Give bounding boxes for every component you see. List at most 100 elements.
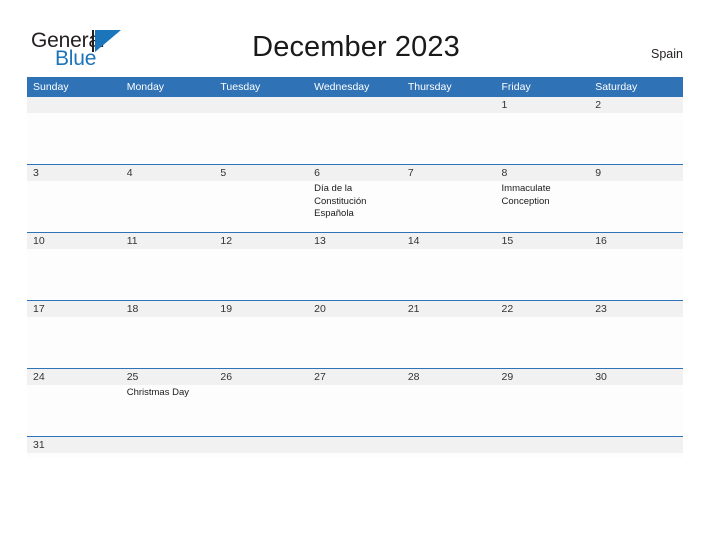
calendar-day-27[interactable]: 27 xyxy=(308,369,402,436)
day-number: 18 xyxy=(126,303,139,315)
calendar-day-22[interactable]: 22 xyxy=(496,301,590,368)
day-events: Día de la Constitución Española xyxy=(314,181,402,221)
calendar-day-empty xyxy=(214,97,308,164)
calendar-day-28[interactable]: 28 xyxy=(402,369,496,436)
calendar-day-cells: 12 xyxy=(27,97,683,164)
weekday-header-friday: Friday xyxy=(501,81,531,93)
day-number: 3 xyxy=(33,167,39,179)
calendar-day-25[interactable]: 25 Christmas Day xyxy=(121,369,215,436)
calendar-week-row: 17 18 19 20 21 22 23 xyxy=(27,300,683,368)
holiday-event: Día de la Constitución Española xyxy=(314,183,367,220)
day-number: 26 xyxy=(220,371,233,383)
day-number: 14 xyxy=(407,235,420,247)
calendar-day-empty xyxy=(27,97,121,164)
calendar-day-2[interactable]: 2 xyxy=(589,97,683,164)
calendar-day-21[interactable]: 21 xyxy=(402,301,496,368)
day-number: 20 xyxy=(314,303,326,315)
calendar-day-6[interactable]: 6 Día de la Constitución Española xyxy=(308,165,402,232)
day-number xyxy=(408,437,496,453)
calendar-day-18[interactable]: 18 xyxy=(121,301,215,368)
weekday-header-wednesday: Wednesday xyxy=(314,81,370,93)
calendar-page: General Blue December 2023 Spain Sunday M… xyxy=(0,0,712,550)
day-number: 6 xyxy=(314,167,320,179)
day-number: 31 xyxy=(33,439,45,451)
page-title: December 2023 xyxy=(252,31,460,63)
day-number: 15 xyxy=(501,235,514,247)
calendar-day-16[interactable]: 16 xyxy=(589,233,683,300)
day-number xyxy=(127,437,215,453)
calendar-day-23[interactable]: 23 xyxy=(589,301,683,368)
weekday-header-row: Sunday Monday Tuesday Wednesday Thursday Frid… xyxy=(27,77,683,97)
calendar-day-29[interactable]: 29 xyxy=(496,369,590,436)
calendar-day-7[interactable]: 7 xyxy=(402,165,496,232)
calendar-week-row: 24 25 Christmas Day 26 27 28 29 30 xyxy=(27,368,683,436)
day-number: 28 xyxy=(407,371,420,383)
calendar-day-30[interactable]: 30 xyxy=(589,369,683,436)
calendar-day-cells: 3 4 5 6 Día de la Constitución Española 7 8 Imm… xyxy=(27,165,683,232)
calendar-day-13[interactable]: 13 xyxy=(308,233,402,300)
calendar-day-empty xyxy=(402,97,496,164)
calendar-day-15[interactable]: 15 xyxy=(496,233,590,300)
day-number: 9 xyxy=(595,167,602,179)
day-number xyxy=(220,97,308,113)
calendar-day-24[interactable]: 24 xyxy=(27,369,121,436)
weekday-header-tuesday: Tuesday xyxy=(220,81,261,93)
calendar-day-empty xyxy=(496,437,590,458)
calendar-day-12[interactable]: 12 xyxy=(214,233,308,300)
calendar-day-4[interactable]: 4 xyxy=(121,165,215,232)
page-header: General Blue December 2023 Spain xyxy=(0,0,712,76)
calendar-day-empty xyxy=(308,97,402,164)
calendar-weeks: 1 2 3 4 5 6 Día de la Constitución Española 7 8 I… xyxy=(27,97,683,458)
day-number: 23 xyxy=(595,303,607,315)
calendar-day-19[interactable]: 19 xyxy=(214,301,308,368)
weekday-header-saturday: Saturday xyxy=(595,81,638,93)
calendar-week-row: 31 xyxy=(27,436,683,458)
day-number xyxy=(127,97,215,113)
calendar-day-empty xyxy=(402,437,496,458)
day-number: 2 xyxy=(595,99,602,111)
day-number: 24 xyxy=(33,371,45,383)
day-number: 29 xyxy=(501,371,514,383)
calendar-day-3[interactable]: 3 xyxy=(27,165,121,232)
calendar-day-20[interactable]: 20 xyxy=(308,301,402,368)
weekday-header-sunday: Sunday xyxy=(33,81,69,93)
day-number: 19 xyxy=(220,303,233,315)
day-number: 22 xyxy=(501,303,514,315)
calendar-day-9[interactable]: 9 xyxy=(589,165,683,232)
day-number xyxy=(314,97,402,113)
calendar-day-cells: 10 11 12 13 14 15 16 xyxy=(27,233,683,300)
day-number: 30 xyxy=(595,371,607,383)
calendar-day-31[interactable]: 31 xyxy=(27,437,121,458)
calendar-day-14[interactable]: 14 xyxy=(402,233,496,300)
calendar-day-8[interactable]: 8 Immaculate Conception xyxy=(496,165,590,232)
calendar-day-1[interactable]: 1 xyxy=(496,97,590,164)
day-number xyxy=(408,97,496,113)
weekday-header-monday: Monday xyxy=(126,81,165,93)
calendar-day-10[interactable]: 10 xyxy=(27,233,121,300)
calendar-day-11[interactable]: 11 xyxy=(121,233,215,300)
day-number: 8 xyxy=(501,167,508,179)
day-number: 4 xyxy=(126,167,133,179)
day-events: Immaculate Conception xyxy=(502,181,590,208)
day-number: 16 xyxy=(595,235,607,247)
day-number: 17 xyxy=(33,303,45,315)
day-number xyxy=(595,437,683,453)
holiday-event: Immaculate Conception xyxy=(501,183,551,207)
calendar-grid: Sunday Monday Tuesday Wednesday Thursday Frid… xyxy=(27,77,683,458)
calendar-day-cells: 31 xyxy=(27,437,683,458)
calendar-day-cells: 24 25 Christmas Day 26 27 28 29 30 xyxy=(27,369,683,436)
day-events: Christmas Day xyxy=(127,385,215,400)
calendar-day-empty xyxy=(308,437,402,458)
day-number: 11 xyxy=(126,235,138,247)
day-number xyxy=(220,437,308,453)
calendar-day-5[interactable]: 5 xyxy=(214,165,308,232)
day-number: 5 xyxy=(220,167,227,179)
calendar-week-row: 3 4 5 6 Día de la Constitución Española 7 8 Imm… xyxy=(27,164,683,232)
weekday-header-thursday: Thursday xyxy=(407,81,452,93)
calendar-day-26[interactable]: 26 xyxy=(214,369,308,436)
calendar-day-empty xyxy=(589,437,683,458)
day-number: 10 xyxy=(33,235,45,247)
day-number xyxy=(502,437,590,453)
day-number: 25 xyxy=(126,371,139,383)
calendar-day-17[interactable]: 17 xyxy=(27,301,121,368)
